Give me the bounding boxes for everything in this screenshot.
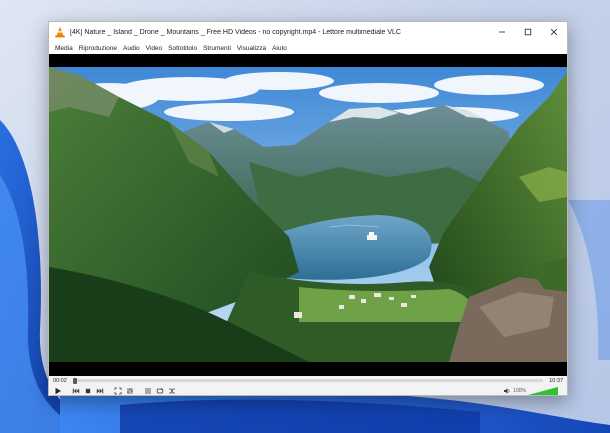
video-area[interactable] (49, 54, 567, 376)
volume-slider[interactable] (527, 386, 559, 396)
previous-icon (72, 388, 80, 394)
volume-area: 100% (503, 386, 567, 396)
stop-button[interactable] (83, 386, 93, 395)
previous-button[interactable] (71, 386, 81, 395)
minimize-button[interactable] (489, 22, 515, 42)
maximize-button[interactable] (515, 22, 541, 42)
shuffle-button[interactable] (167, 386, 177, 395)
window-title: [4K] Nature _ Island _ Drone _ Mountains… (70, 28, 401, 36)
vlc-cone-icon (55, 26, 65, 38)
next-button[interactable] (95, 386, 105, 395)
minimize-icon (499, 31, 505, 33)
menu-audio[interactable]: Audio (120, 45, 143, 52)
menu-aiuto[interactable]: Aiuto (269, 45, 290, 52)
vlc-window: [4K] Nature _ Island _ Drone _ Mountains… (48, 21, 568, 396)
menu-bar: Media Riproduzione Audio Video Sottotito… (49, 42, 567, 54)
seek-bar[interactable] (73, 377, 543, 384)
next-icon (96, 388, 104, 394)
menu-strumenti[interactable]: Strumenti (200, 45, 234, 52)
menu-media[interactable]: Media (52, 45, 76, 52)
close-icon (550, 28, 558, 36)
playlist-icon (145, 388, 151, 394)
speaker-icon[interactable] (503, 387, 511, 395)
loop-icon (156, 388, 164, 394)
menu-sottotitolo[interactable]: Sottotitolo (165, 45, 200, 52)
play-button[interactable] (53, 386, 63, 395)
controls-row: 100% (49, 385, 567, 396)
play-icon (55, 387, 61, 395)
stop-icon (85, 388, 91, 394)
playlist-button[interactable] (143, 386, 153, 395)
fullscreen-button[interactable] (113, 386, 123, 395)
shuffle-icon (169, 388, 175, 394)
title-bar: [4K] Nature _ Island _ Drone _ Mountains… (49, 22, 567, 42)
fullscreen-icon (114, 387, 122, 395)
menu-riproduzione[interactable]: Riproduzione (76, 45, 120, 52)
volume-percent: 100% (513, 388, 526, 394)
close-button[interactable] (541, 22, 567, 42)
extended-settings-button[interactable] (125, 386, 135, 395)
total-time: 10:37 (549, 377, 563, 384)
menu-visualizza[interactable]: Visualizza (234, 45, 269, 52)
equalizer-icon (127, 388, 133, 394)
video-frame (49, 67, 567, 362)
elapsed-time: 00:02 (53, 377, 67, 384)
seek-row: 00:02 10:37 (49, 376, 567, 385)
menu-video[interactable]: Video (143, 45, 166, 52)
loop-button[interactable] (155, 386, 165, 395)
seek-handle[interactable] (73, 377, 78, 384)
maximize-icon (524, 28, 532, 36)
